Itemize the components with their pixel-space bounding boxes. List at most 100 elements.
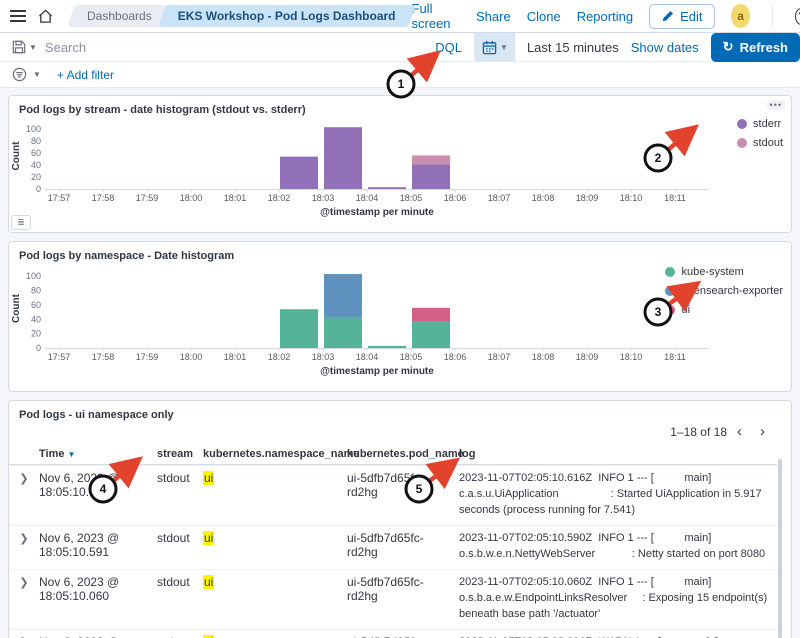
column-header-pod-name[interactable]: kubernetes.pod_name — [347, 448, 459, 460]
svg-text:18:08: 18:08 — [532, 352, 555, 362]
chart-legend: stderr stdout — [737, 118, 783, 149]
table-row: ❯ Nov 6, 2023 @ 18:05:10.060 stdout ui u… — [9, 569, 777, 629]
show-dates-link[interactable]: Show dates — [631, 40, 699, 55]
legend-item-stderr[interactable]: stderr — [737, 118, 783, 130]
svg-text:@timestamp per minute: @timestamp per minute — [320, 366, 434, 377]
svg-text:18:01: 18:01 — [224, 193, 247, 203]
svg-text:18:10: 18:10 — [620, 352, 643, 362]
panel-title: Pod logs - ui namespace only — [9, 401, 791, 422]
search-input[interactable] — [45, 33, 423, 61]
svg-text:18:02: 18:02 — [268, 193, 291, 203]
log-table: Time ▼ stream kubernetes.namespace_name … — [9, 444, 777, 638]
svg-text:18:01: 18:01 — [224, 352, 247, 362]
svg-text:80: 80 — [31, 136, 41, 146]
expand-row-icon[interactable]: ❯ — [9, 575, 39, 589]
reporting-link[interactable]: Reporting — [577, 9, 633, 24]
svg-text:20: 20 — [31, 329, 41, 339]
chevron-down-icon: ▼ — [500, 43, 508, 52]
legend-item-kube-system[interactable]: kube-system — [665, 266, 783, 278]
refresh-icon: ↻ — [723, 39, 734, 55]
namespace-cell: ui — [203, 471, 347, 485]
home-icon[interactable] — [38, 3, 53, 29]
namespace-cell: ui — [203, 575, 347, 589]
svg-text:18:03: 18:03 — [312, 352, 335, 362]
svg-text:18:10: 18:10 — [620, 193, 643, 203]
svg-text:18:11: 18:11 — [664, 352, 686, 362]
expand-row-icon[interactable]: ❯ — [9, 635, 39, 638]
svg-text:17:57: 17:57 — [48, 352, 71, 362]
legend-item-ui[interactable]: ui — [665, 304, 783, 316]
svg-text:18:00: 18:00 — [180, 193, 203, 203]
svg-text:20: 20 — [31, 172, 41, 182]
column-header-time[interactable]: Time ▼ — [39, 448, 157, 460]
dashboard-container: Pod logs by stream - date histogram (std… — [0, 88, 800, 638]
svg-text:18:09: 18:09 — [576, 193, 599, 203]
refresh-button[interactable]: ↻ Refresh — [711, 33, 800, 62]
stream-cell: stdout — [157, 575, 203, 589]
legend-label: opensearch-exporter — [681, 285, 783, 297]
highlighted-namespace: ui — [203, 531, 214, 545]
log-cell: 2023-11-07T02:05:10.060Z INFO 1 --- [ ma… — [459, 575, 777, 623]
svg-text:18:09: 18:09 — [576, 352, 599, 362]
user-avatar[interactable]: a — [731, 4, 749, 28]
time-range-label[interactable]: Last 15 minutes — [515, 40, 631, 55]
log-cell: 2023-11-07T02:05:10.616Z INFO 1 --- [ ma… — [459, 471, 777, 519]
column-header-log[interactable]: log — [459, 448, 777, 460]
svg-text:18:04: 18:04 — [356, 352, 379, 362]
legend-toggle-icon[interactable]: ≣ — [11, 215, 31, 230]
svg-text:18:11: 18:11 — [664, 193, 686, 203]
panel-options-icon[interactable]: ••• — [767, 100, 785, 110]
expand-row-icon[interactable]: ❯ — [9, 471, 39, 485]
stream-cell: stdout — [157, 635, 203, 638]
clone-link[interactable]: Clone — [527, 9, 561, 24]
svg-text:100: 100 — [26, 271, 41, 281]
add-filter-link[interactable]: + Add filter — [57, 68, 114, 82]
legend-color-dot — [665, 305, 675, 315]
full-screen-link[interactable]: Full screen — [412, 1, 461, 31]
legend-label: kube-system — [681, 266, 743, 278]
svg-text:40: 40 — [31, 160, 41, 170]
svg-text:18:02: 18:02 — [268, 352, 291, 362]
pod-name-cell: ui-5dfb7d65fc-rd2hg — [347, 575, 459, 603]
vertical-scrollbar[interactable] — [778, 459, 782, 638]
stream-cell: stdout — [157, 531, 203, 545]
share-link[interactable]: Share — [476, 9, 511, 24]
svg-text:17:59: 17:59 — [136, 193, 159, 203]
saved-query-menu-button[interactable]: ▼ — [0, 33, 45, 61]
legend-color-dot — [737, 119, 747, 129]
svg-text:18:00: 18:00 — [180, 352, 203, 362]
top-nav: Dashboards EKS Workshop - Pod Logs Dashb… — [0, 0, 800, 33]
panel-title: Pod logs by stream - date histogram (std… — [9, 96, 791, 117]
query-language-dql-button[interactable]: DQL — [423, 40, 474, 55]
pod-logs-by-namespace-chart: 02040608010017:5717:5817:5918:0018:0118:… — [9, 263, 711, 382]
pagination-prev-icon[interactable]: ‹ — [729, 424, 750, 440]
svg-text:100: 100 — [26, 124, 41, 134]
expand-row-icon[interactable]: ❯ — [9, 531, 39, 545]
svg-text:18:03: 18:03 — [312, 193, 335, 203]
svg-text:18:04: 18:04 — [356, 193, 379, 203]
date-picker-quick-select-button[interactable]: ▼ — [475, 33, 515, 61]
namespace-cell: ui — [203, 635, 347, 638]
table-row: ❯ Nov 6, 2023 @ 18:05:10.616 stdout ui u… — [9, 465, 777, 525]
time-cell: Nov 6, 2023 @ 18:05:10.616 — [39, 471, 157, 499]
table-row: ❯ Nov 6, 2023 @ 18:05:09.906 stdout ui u… — [9, 629, 777, 638]
menu-hamburger-icon[interactable] — [10, 3, 26, 29]
legend-item-stdout[interactable]: stdout — [737, 137, 783, 149]
legend-item-opensearch-exporter[interactable]: opensearch-exporter — [665, 285, 783, 297]
edit-button[interactable]: Edit — [649, 4, 715, 29]
svg-text:17:59: 17:59 — [136, 352, 159, 362]
pagination-next-icon[interactable]: › — [752, 424, 773, 440]
help-icon[interactable]: ? — [795, 8, 800, 25]
svg-text:60: 60 — [31, 300, 41, 310]
column-header-stream[interactable]: stream — [157, 448, 203, 460]
svg-text:18:05: 18:05 — [400, 193, 423, 203]
breadcrumb: Dashboards EKS Workshop - Pod Logs Dashb… — [71, 5, 412, 27]
filter-icon[interactable] — [12, 67, 27, 82]
column-header-namespace[interactable]: kubernetes.namespace_name — [203, 448, 347, 460]
time-cell: Nov 6, 2023 @ 18:05:09.906 — [39, 635, 157, 638]
chevron-down-icon[interactable]: ▼ — [33, 70, 41, 79]
breadcrumb-dashboards[interactable]: Dashboards — [71, 5, 168, 27]
save-icon — [12, 40, 26, 54]
time-cell: Nov 6, 2023 @ 18:05:10.591 — [39, 531, 157, 559]
svg-text:18:08: 18:08 — [532, 193, 555, 203]
